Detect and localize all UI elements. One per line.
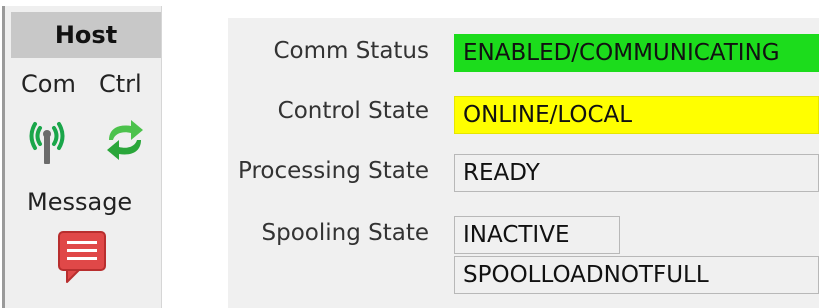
control-state-field: ONLINE/LOCAL: [454, 96, 819, 134]
app-stage: Host Com Ctrl Message Comm Status ENABLE…: [0, 0, 819, 308]
comm-status-field: ENABLED/COMMUNICATING: [454, 34, 819, 72]
comm-status-label: Comm Status: [273, 38, 429, 64]
ctrl-label: Ctrl: [99, 70, 142, 98]
antenna-signal-icon[interactable]: [25, 114, 69, 166]
processing-state-field: READY: [454, 154, 819, 192]
processing-state-label: Processing State: [237, 158, 429, 184]
status-panel: Comm Status ENABLED/COMMUNICATING Contro…: [228, 18, 819, 308]
refresh-arrows-icon[interactable]: [101, 116, 149, 164]
spooling-state-label: Spooling State: [261, 220, 430, 246]
spooling-state-field: INACTIVE: [454, 216, 620, 254]
host-panel: Host Com Ctrl Message: [2, 6, 162, 308]
com-label: Com: [21, 70, 76, 98]
spooling-load-field: SPOOLLOADNOTFULL: [454, 256, 819, 294]
control-state-label: Control State: [277, 98, 429, 124]
message-bubble-icon[interactable]: [57, 230, 107, 284]
message-label: Message: [27, 188, 133, 216]
host-title: Host: [11, 12, 161, 58]
